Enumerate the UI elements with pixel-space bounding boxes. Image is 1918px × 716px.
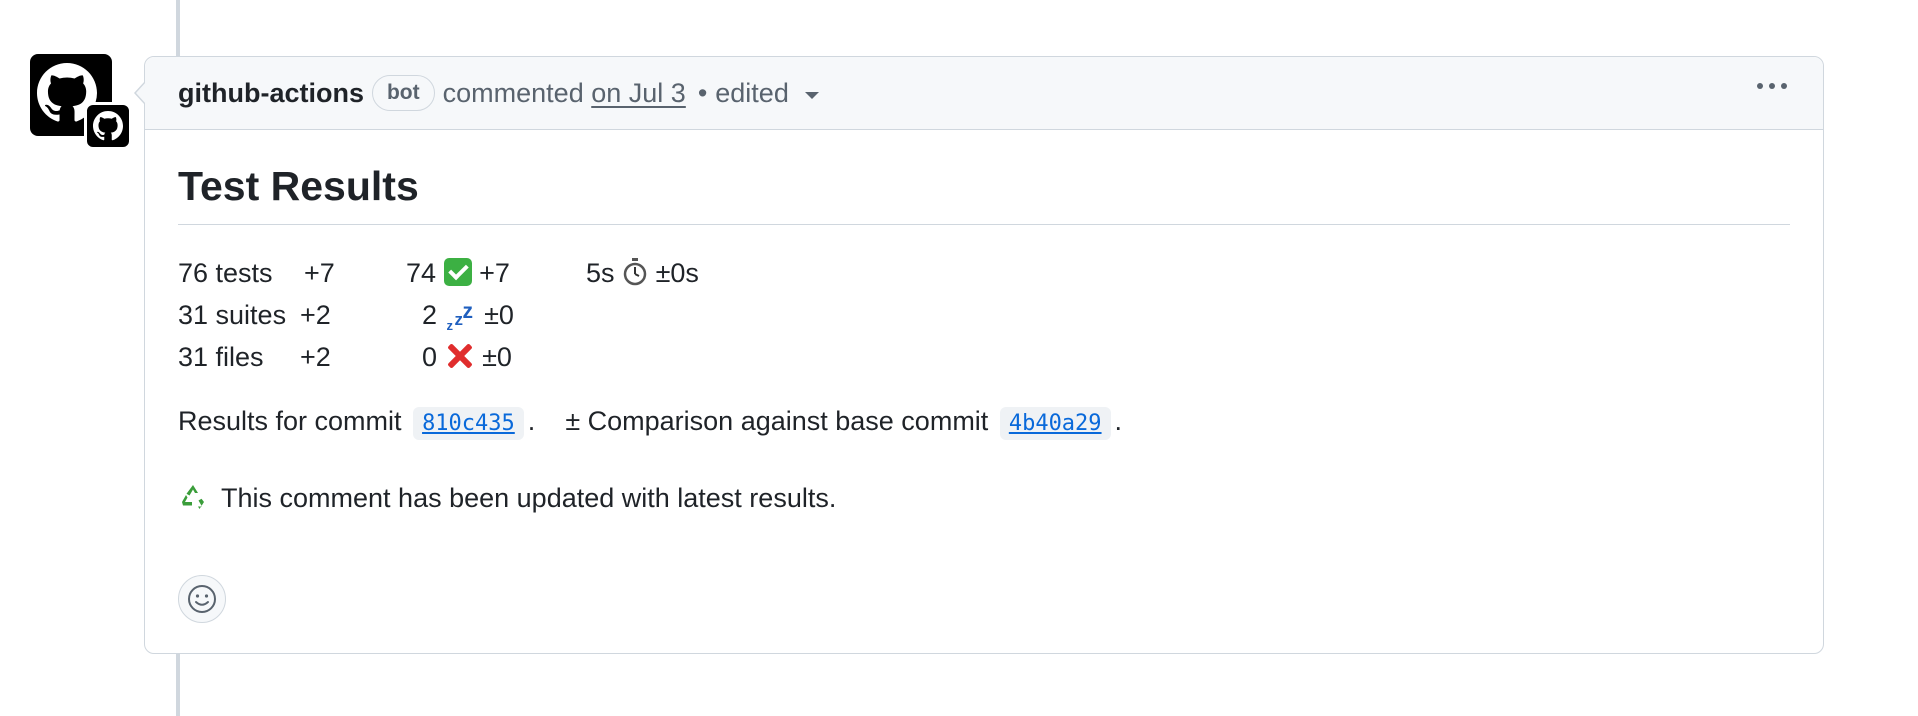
app-badge (84, 102, 132, 150)
stat-label: 31 files (178, 342, 264, 372)
stat-count: 2 z z z ±0 (422, 300, 514, 333)
avatar[interactable] (30, 54, 132, 150)
stat-delta: +2 (300, 342, 331, 372)
smiley-icon (188, 585, 216, 613)
stat-count: 74 +7 (406, 258, 510, 288)
kebab-dot-icon (1781, 83, 1787, 89)
bot-label: bot (371, 75, 435, 111)
stopwatch-icon (623, 258, 647, 286)
stat-count: 0 ±0 (422, 341, 512, 372)
comment-box: github-actions bot commented on Jul 3 • … (134, 56, 1824, 654)
sleeping-zzz-icon: z z z (446, 300, 474, 333)
github-badge-icon (93, 111, 123, 141)
results-prefix: Results for commit (178, 406, 402, 436)
updated-note: This comment has been updated with lates… (178, 478, 1790, 518)
updated-text: This comment has been updated with lates… (221, 483, 837, 513)
stat-delta: +7 (304, 258, 335, 288)
edited-dropdown[interactable]: edited (715, 78, 819, 109)
comparison-text: ± Comparison against base commit (565, 406, 989, 436)
stat-label: 31 suites (178, 300, 287, 330)
commit-line: Results for commit 810c435. ± Comparison… (178, 401, 1790, 444)
author-link[interactable]: github-actions (178, 78, 364, 109)
stat-label: 76 tests (178, 258, 273, 288)
base-commit-link[interactable]: 4b40a29 (999, 407, 1111, 440)
comment-body: Test Results 76 tests +7 74 +7 5s ±0s 31… (145, 130, 1823, 623)
kebab-dot-icon (1769, 83, 1775, 89)
comment-header: github-actions bot commented on Jul 3 • … (145, 57, 1823, 130)
kebab-dot-icon (1757, 83, 1763, 89)
action-text: commented (442, 77, 584, 108)
add-reaction-button[interactable] (178, 575, 226, 623)
commit-link[interactable]: 810c435 (413, 407, 524, 440)
results-heading: Test Results (178, 130, 1790, 225)
check-mark-icon (443, 258, 472, 286)
caret-down-icon (804, 91, 819, 99)
cross-mark-icon (445, 341, 475, 371)
edited-label: edited (715, 77, 789, 108)
separator: • (697, 77, 708, 108)
duration-stat: 5s ±0s (586, 258, 699, 288)
stat-delta: +2 (300, 300, 331, 330)
recycle-icon (182, 485, 204, 509)
stats-table: 76 tests +7 74 +7 5s ±0s 31 suites +2 2 … (178, 235, 1790, 372)
more-options-button[interactable] (1757, 83, 1787, 89)
timestamp-link[interactable]: on Jul 3 (591, 78, 686, 109)
